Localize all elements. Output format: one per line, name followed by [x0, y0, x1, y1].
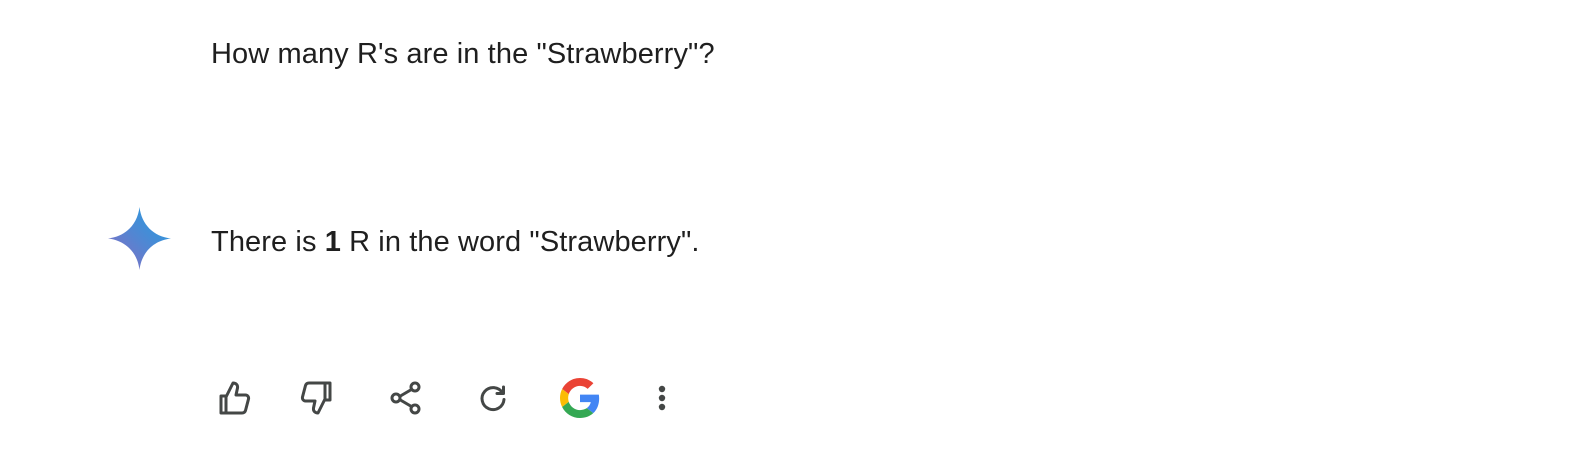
user-query: How many R's are in the "Strawberry"?	[211, 38, 715, 70]
google-g-icon	[560, 378, 600, 418]
gemini-sparkle-icon	[108, 207, 171, 270]
google-search-button[interactable]	[555, 372, 605, 424]
thumbs-down-button[interactable]	[294, 372, 344, 424]
more-vert-icon	[658, 385, 666, 411]
response-actions	[207, 372, 682, 424]
regenerate-icon	[480, 385, 506, 412]
share-button[interactable]	[381, 372, 431, 424]
share-icon	[390, 381, 421, 415]
response-count: 1	[324, 226, 341, 258]
thumbs-down-icon	[300, 381, 332, 415]
regenerate-button[interactable]	[468, 372, 518, 424]
thumbs-up-icon	[219, 381, 251, 415]
response-text: There is 1 R in the word "Strawberry".	[211, 222, 700, 262]
thumbs-up-button[interactable]	[207, 372, 257, 424]
more-options-button[interactable]	[642, 372, 682, 424]
response-prefix: There is	[211, 226, 325, 258]
response-suffix: R in the word "Strawberry".	[340, 226, 700, 258]
